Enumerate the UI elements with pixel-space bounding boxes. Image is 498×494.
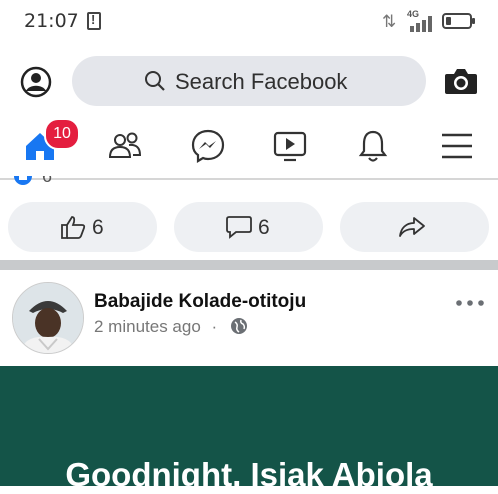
sim-alert-icon — [87, 12, 101, 30]
comment-count: 6 — [258, 216, 270, 239]
tab-notifications[interactable] — [353, 126, 393, 166]
thumbs-up-icon — [61, 216, 86, 239]
comment-button[interactable]: 6 — [174, 202, 323, 252]
tab-messenger[interactable] — [188, 126, 228, 166]
search-bar[interactable]: Search Facebook — [72, 56, 426, 106]
post-time[interactable]: 2 minutes ago — [94, 317, 201, 336]
globe-icon — [231, 318, 247, 334]
meta-separator: · — [211, 317, 218, 336]
more-options-icon[interactable] — [455, 296, 485, 310]
like-count: 6 — [92, 216, 104, 239]
feed-separator — [0, 260, 498, 270]
comment-icon — [226, 216, 252, 239]
post-actions: 6 6 — [0, 200, 498, 254]
reactions-count: 6 — [42, 176, 53, 186]
nav-divider — [0, 178, 498, 180]
search-placeholder: Search Facebook — [175, 69, 348, 94]
post-text: Goodnight, Isiak Abiola — [65, 456, 433, 493]
battery-icon — [442, 13, 475, 29]
camera-icon[interactable] — [444, 66, 478, 96]
tab-friends[interactable] — [105, 126, 145, 166]
status-bar: 21:07 ⇅ 4G — [0, 0, 498, 44]
share-button[interactable] — [340, 202, 489, 252]
status-time: 21:07 — [24, 10, 79, 32]
share-icon — [399, 217, 425, 237]
data-transfer-icon: ⇅ — [382, 12, 397, 31]
profile-icon[interactable] — [20, 66, 52, 98]
tab-menu[interactable] — [437, 126, 477, 166]
reactions-summary[interactable]: 6 — [14, 176, 74, 188]
notification-badge: 10 — [44, 118, 80, 150]
like-button[interactable]: 6 — [8, 202, 157, 252]
tab-watch[interactable] — [270, 126, 310, 166]
post-header: Babajide Kolade-otitoju 2 minutes ago · — [0, 270, 498, 366]
app-header: Search Facebook — [0, 44, 498, 114]
author-photo — [13, 283, 83, 353]
post-author[interactable]: Babajide Kolade-otitoju — [94, 291, 306, 313]
post-meta: 2 minutes ago · — [94, 317, 217, 337]
signal-strength-icon — [410, 16, 432, 32]
avatar[interactable] — [12, 282, 84, 354]
search-icon — [145, 71, 165, 91]
